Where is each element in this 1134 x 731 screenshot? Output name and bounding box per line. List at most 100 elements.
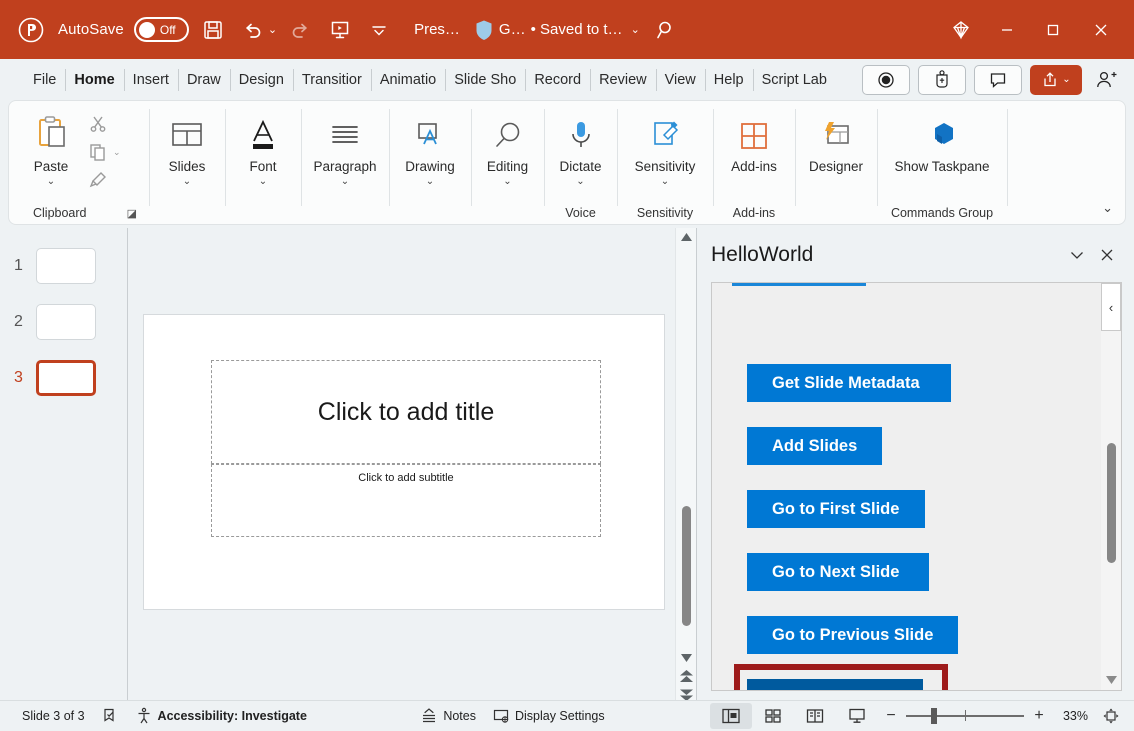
start-presentation-icon[interactable]	[325, 15, 355, 45]
font-caret-icon[interactable]: ⌄	[259, 176, 267, 187]
teams-present-icon[interactable]	[918, 65, 966, 95]
thumbnail-preview[interactable]	[36, 304, 96, 340]
tab-script-lab[interactable]: Script Lab	[753, 65, 836, 95]
editing-button[interactable]: Editing ⌄	[474, 107, 542, 187]
share-caret-icon[interactable]: ⌄	[1062, 74, 1070, 85]
chevron-down-icon[interactable]	[1062, 240, 1092, 270]
close-icon[interactable]	[1076, 8, 1126, 52]
scroll-up-icon[interactable]	[681, 228, 692, 246]
comment-icon[interactable]	[974, 65, 1022, 95]
zoom-in-button[interactable]: +	[1032, 707, 1046, 725]
drawing-caret-icon[interactable]: ⌄	[426, 176, 434, 187]
document-title[interactable]: Pres…	[414, 21, 460, 38]
font-button[interactable]: Font ⌄	[231, 107, 295, 187]
reading-view-button[interactable]	[794, 703, 836, 729]
add-ins-button[interactable]: Add-ins	[716, 107, 792, 174]
previous-slide-icon[interactable]	[680, 667, 693, 685]
tab-file[interactable]: File	[24, 65, 65, 95]
sensitivity-button[interactable]: Sensitivity ⌄	[619, 107, 711, 187]
share-button[interactable]: ⌄	[1030, 65, 1082, 95]
tab-transitions[interactable]: Transitior	[293, 65, 371, 95]
autosave-toggle[interactable]: Off	[134, 17, 189, 42]
copy-caret-icon[interactable]: ⌄	[113, 147, 121, 158]
spellcheck-icon[interactable]	[93, 704, 127, 728]
dialog-launcher-icon[interactable]: ◪	[127, 207, 137, 220]
sensitivity-caret-icon[interactable]: ⌄	[661, 176, 669, 187]
title-placeholder[interactable]: Click to add title	[211, 360, 601, 464]
chevron-left-icon[interactable]: ‹	[1101, 283, 1121, 331]
subtitle-placeholder[interactable]: Click to add subtitle	[211, 464, 601, 537]
tab-design[interactable]: Design	[230, 65, 293, 95]
dictate-button[interactable]: Dictate ⌄	[547, 107, 615, 187]
paragraph-caret-icon[interactable]: ⌄	[341, 176, 349, 187]
tab-record[interactable]: Record	[525, 65, 590, 95]
paste-caret-icon[interactable]: ⌄	[47, 176, 55, 187]
thumbnail-preview[interactable]	[36, 248, 96, 284]
scroll-down-icon[interactable]	[1103, 672, 1119, 688]
go-to-first-slide-button[interactable]: Go to First Slide	[747, 490, 925, 528]
show-taskpane-button[interactable]: Show Taskpane	[892, 107, 992, 174]
zoom-level-label[interactable]: 33%	[1054, 709, 1088, 723]
drawing-button[interactable]: Drawing ⌄	[392, 107, 468, 187]
scrollbar-track[interactable]	[676, 246, 697, 649]
close-icon[interactable]	[1092, 240, 1122, 270]
undo-icon[interactable]	[237, 15, 267, 45]
notes-button[interactable]: Notes	[412, 704, 484, 728]
copy-icon[interactable]	[83, 139, 113, 165]
customize-quick-access-icon[interactable]	[364, 15, 394, 45]
tab-home[interactable]: Home	[65, 65, 123, 95]
designer-button[interactable]: Designer	[798, 107, 874, 174]
tab-help[interactable]: Help	[705, 65, 753, 95]
minimize-icon[interactable]	[984, 8, 1030, 52]
fit-to-window-icon[interactable]	[1096, 707, 1126, 725]
thumbnail-preview[interactable]	[36, 360, 96, 396]
editing-caret-icon[interactable]: ⌄	[503, 176, 511, 187]
display-settings-button[interactable]: Display Settings	[484, 704, 613, 728]
scroll-down-icon[interactable]	[681, 649, 692, 667]
thumbnail-slide-1[interactable]: 1	[0, 238, 127, 294]
zoom-slider[interactable]	[906, 706, 1024, 726]
dictate-caret-icon[interactable]: ⌄	[576, 176, 584, 187]
slide-sorter-view-button[interactable]	[752, 703, 794, 729]
paragraph-button[interactable]: Paragraph ⌄	[305, 107, 385, 187]
slides-caret-icon[interactable]: ⌄	[183, 176, 191, 187]
maximize-icon[interactable]	[1030, 8, 1076, 52]
zoom-out-button[interactable]: −	[884, 707, 898, 725]
zoom-slider-thumb[interactable]	[931, 708, 937, 724]
chevron-down-icon[interactable]: ⌄	[1102, 200, 1113, 216]
tab-slide-show[interactable]: Slide Sho	[445, 65, 525, 95]
save-icon[interactable]	[198, 15, 228, 45]
slides-button[interactable]: Slides ⌄	[155, 107, 219, 187]
add-slides-button[interactable]: Add Slides	[747, 427, 882, 465]
save-status-label[interactable]: • Saved to t…	[531, 21, 623, 38]
search-icon[interactable]	[650, 16, 682, 44]
tab-animations[interactable]: Animatio	[371, 65, 445, 95]
thumbnail-slide-3[interactable]: 3	[0, 350, 127, 406]
cut-scissors-icon[interactable]	[83, 111, 113, 137]
account-label[interactable]: G…	[499, 21, 526, 38]
scrollbar-thumb[interactable]	[682, 506, 691, 626]
tab-view[interactable]: View	[656, 65, 705, 95]
share-people-icon[interactable]	[1090, 65, 1124, 95]
slide-counter[interactable]: Slide 3 of 3	[14, 704, 93, 728]
thumbnail-slide-2[interactable]: 2	[0, 294, 127, 350]
tab-insert[interactable]: Insert	[124, 65, 178, 95]
go-to-next-slide-button[interactable]: Go to Next Slide	[747, 553, 929, 591]
undo-dropdown-caret-icon[interactable]: ⌄	[268, 23, 277, 36]
paste-button[interactable]: Paste ⌄	[19, 107, 83, 187]
task-pane-scrollbar[interactable]: ‹	[1101, 283, 1121, 690]
save-status-caret-icon[interactable]: ⌄	[631, 23, 640, 36]
record-circle-icon[interactable]	[862, 65, 910, 95]
copilot-diamond-icon[interactable]	[938, 8, 984, 52]
format-painter-icon[interactable]	[83, 167, 113, 193]
tab-review[interactable]: Review	[590, 65, 656, 95]
get-slide-metadata-button[interactable]: Get Slide Metadata	[747, 364, 951, 402]
task-pane-scrollbar-thumb[interactable]	[1107, 443, 1116, 563]
go-to-previous-slide-button[interactable]: Go to Previous Slide	[747, 616, 958, 654]
slideshow-view-button[interactable]	[836, 703, 878, 729]
accessibility-status[interactable]: Accessibility: Investigate	[127, 704, 315, 728]
tab-draw[interactable]: Draw	[178, 65, 230, 95]
normal-view-button[interactable]	[710, 703, 752, 729]
slide-editor[interactable]: Click to add title Click to add subtitle	[143, 314, 665, 610]
canvas-vertical-scrollbar[interactable]	[675, 228, 696, 703]
